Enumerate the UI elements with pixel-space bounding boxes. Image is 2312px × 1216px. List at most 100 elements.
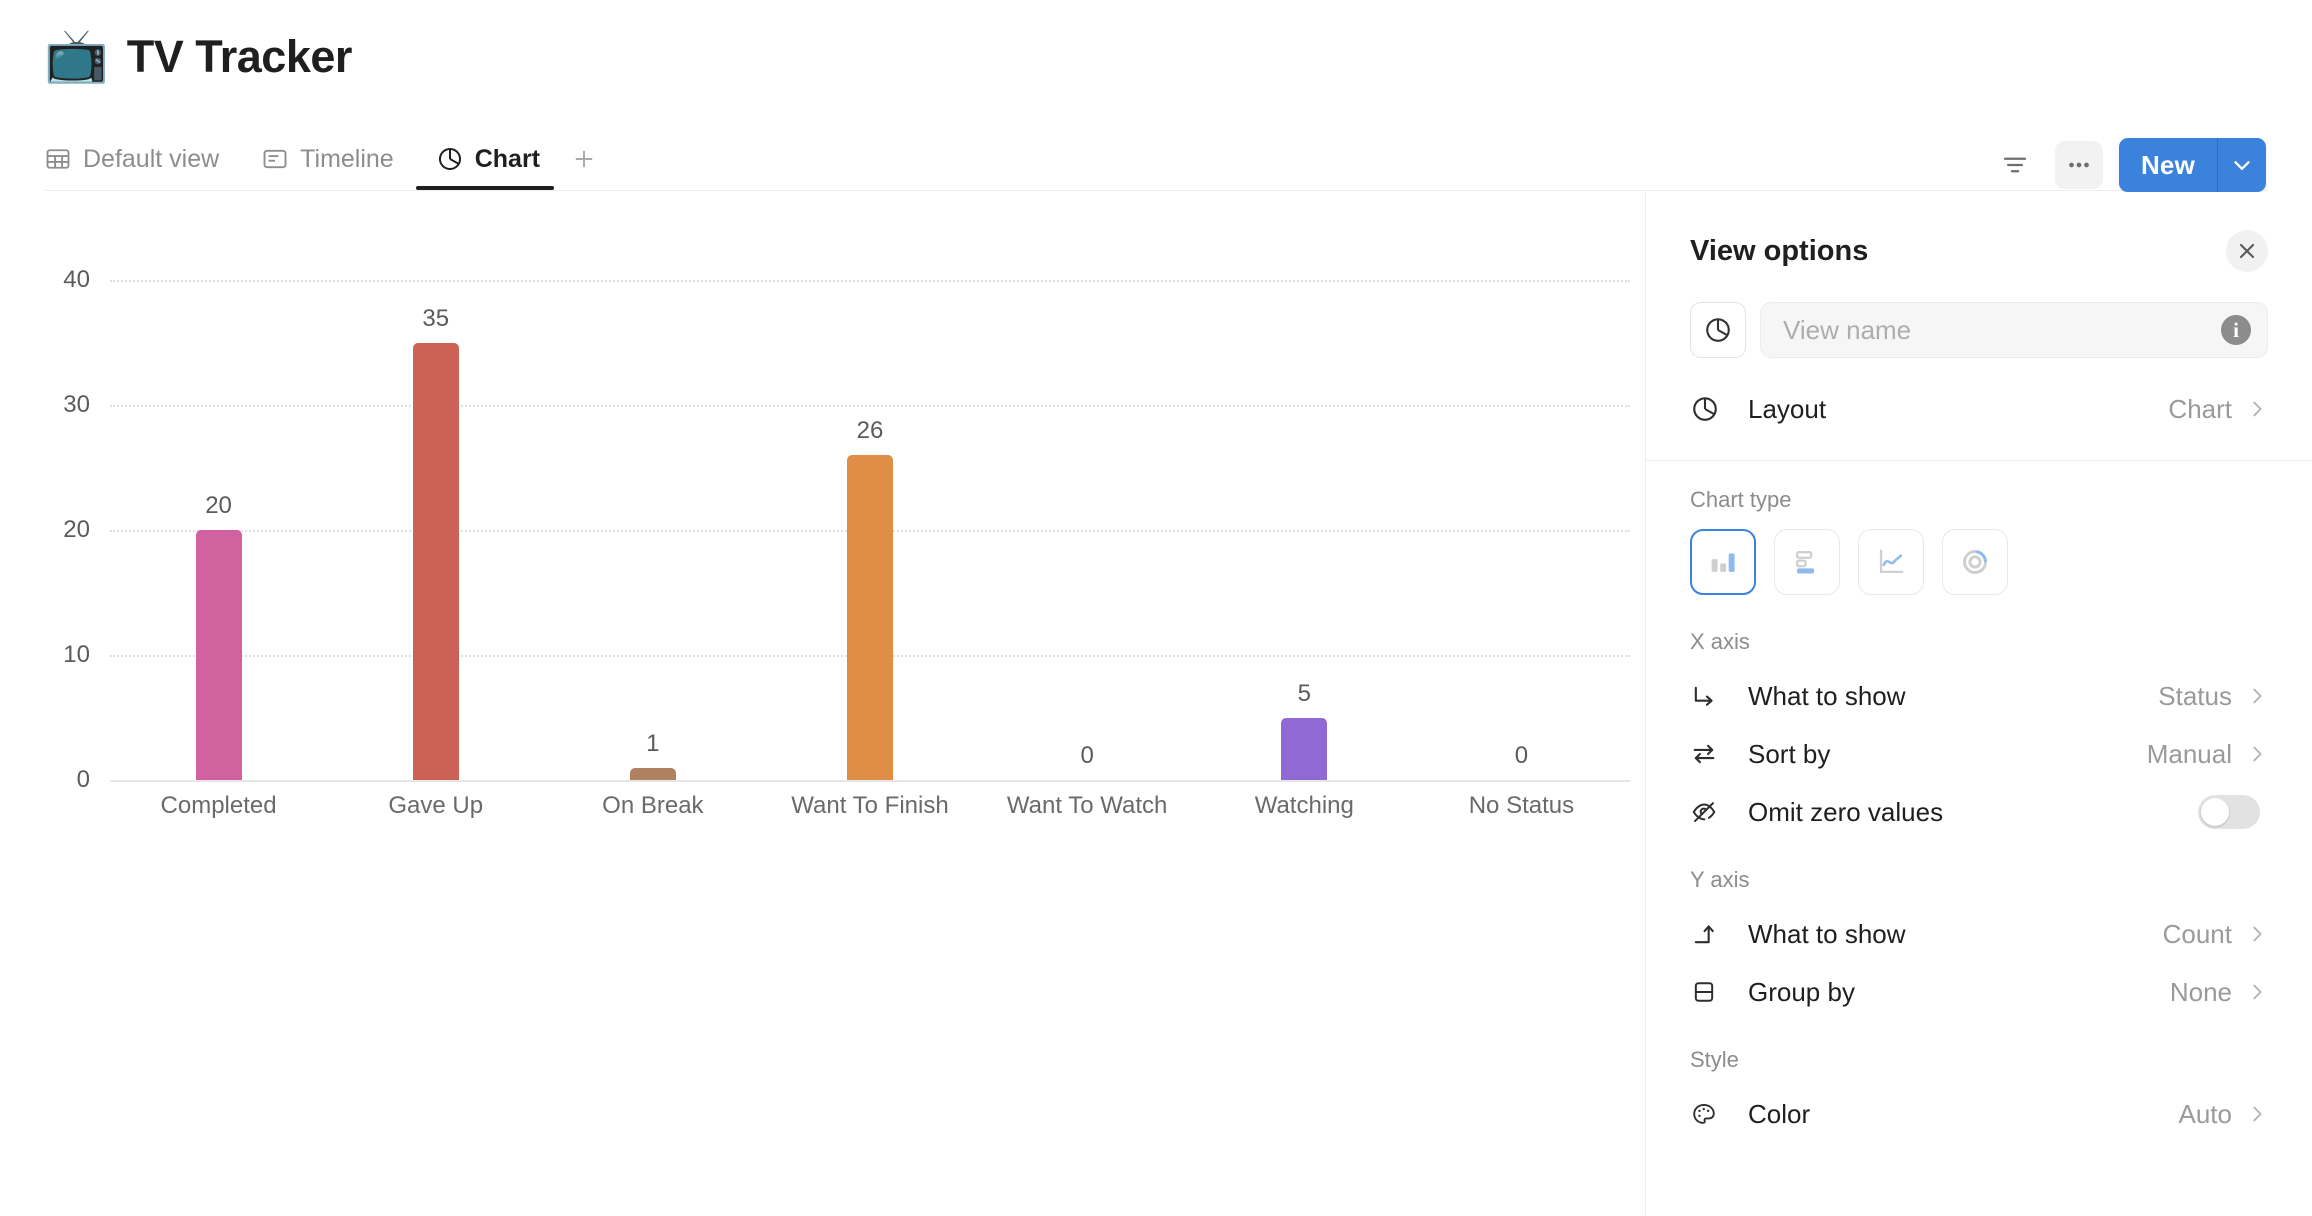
row-value: Auto	[2178, 1098, 2233, 1129]
chart-bar-column[interactable]: 1	[544, 280, 761, 780]
chart-y-tick-label: 10	[63, 641, 90, 668]
chart-bar[interactable]: 35	[412, 305, 459, 780]
close-panel-button[interactable]	[2226, 230, 2268, 272]
tab-timeline[interactable]: Timeline	[241, 128, 416, 190]
style-color-row[interactable]: Color Auto	[1646, 1085, 2312, 1143]
row-value: None	[2169, 976, 2232, 1007]
chart-type-section-label: Chart type	[1690, 487, 1792, 512]
palette-icon	[1690, 1100, 1730, 1128]
row-label: Color	[1748, 1098, 1811, 1129]
page-header: 📺 TV Tracker Default view Timeline Chart…	[0, 0, 2312, 192]
y-axis-group-by-row[interactable]: Group by None	[1646, 963, 2312, 1021]
row-label: What to show	[1748, 918, 1906, 949]
chart-type-column-button[interactable]	[1690, 529, 1756, 595]
x-axis-what-to-show-row[interactable]: What to show Status	[1646, 667, 2312, 725]
omit-zero-values-toggle[interactable]	[2198, 795, 2260, 829]
arrow-turn-up-icon	[1690, 920, 1730, 948]
row-value: Count	[2162, 918, 2232, 949]
new-button-group: New	[2118, 138, 2266, 192]
filter-icon	[2003, 157, 2027, 173]
column-chart-icon	[1711, 553, 1735, 572]
chart-type-donut-button[interactable]	[1942, 529, 2008, 595]
chart-bar-column[interactable]: 0	[979, 280, 1196, 780]
chart-type-line-button[interactable]	[1858, 529, 1924, 595]
arrow-turn-down-right-icon	[1690, 682, 1730, 710]
view-name-input[interactable]	[1783, 314, 2221, 346]
row-label: Omit zero values	[1748, 796, 1944, 827]
bar-chart-icon	[1795, 550, 1815, 574]
add-view-button[interactable]	[562, 128, 606, 190]
tab-default-view[interactable]: Default view	[44, 128, 241, 190]
layout-value: Chart	[2168, 393, 2232, 424]
filter-button[interactable]	[1991, 141, 2039, 189]
chart-bar[interactable]: 1	[629, 730, 676, 780]
layout-label: Layout	[1748, 393, 1827, 424]
row-value: Status	[2158, 680, 2232, 711]
more-options-button[interactable]	[2054, 141, 2103, 189]
view-name-field[interactable]: i	[1760, 302, 2268, 358]
view-options-panel: View options i	[1645, 192, 2312, 1216]
timeline-icon	[261, 145, 289, 173]
television-icon: 📺	[44, 27, 109, 85]
y-axis-what-to-show-row[interactable]: What to show Count	[1646, 905, 2312, 963]
chart-area: 0 10 20 30 40 20 35 1 26 0 5 0 Completed Gave Up On B…	[0, 192, 1645, 1216]
panel-title: View options	[1690, 234, 1869, 267]
chart-bar-column[interactable]: 26	[761, 280, 978, 780]
chart-bar-column[interactable]: 5	[1196, 280, 1413, 780]
chart-bar-value-label: 26	[856, 417, 884, 444]
chevron-right-icon	[2246, 923, 2268, 945]
chart-bar-column[interactable]: 35	[327, 280, 544, 780]
chevron-right-icon	[2246, 1103, 2268, 1125]
chart-bar[interactable]: 5	[1281, 680, 1328, 780]
new-dropdown-button[interactable]	[2218, 138, 2266, 192]
app-root: 📺 TV Tracker Default view Timeline Chart…	[0, 0, 2312, 1216]
title-row: 📺 TV Tracker	[44, 30, 352, 82]
toolbar: New	[1991, 138, 2266, 192]
x-axis-sort-by-row[interactable]: Sort by Manual	[1646, 725, 2312, 783]
chart-bar-column[interactable]: 0	[1413, 280, 1630, 780]
tab-label: Timeline	[300, 144, 394, 173]
chart-x-tick-label: Want To Finish	[791, 792, 949, 819]
close-icon	[2239, 243, 2255, 259]
x-axis-section-label: X axis	[1690, 629, 1750, 654]
chevron-right-icon	[2246, 685, 2268, 707]
chart-type-options	[1646, 525, 2312, 603]
chart-bar-value-label: 5	[1297, 679, 1311, 707]
chart-bar-value-label: 20	[205, 492, 232, 519]
chart-x-tick-label: Completed	[160, 792, 277, 819]
plus-icon	[575, 150, 593, 168]
group-rows-icon	[1690, 978, 1730, 1006]
chart-bar-value-label: 1	[646, 729, 660, 757]
tab-chart[interactable]: Chart	[415, 128, 562, 190]
chart-x-tick-label: On Break	[602, 792, 704, 819]
donut-chart-icon	[1963, 550, 1987, 574]
chart-x-tick-label: Want To Watch	[1006, 792, 1168, 819]
layout-row[interactable]: Layout Chart	[1646, 380, 2312, 438]
chart-bar[interactable]: 20	[195, 492, 242, 780]
chart-bar[interactable]: 26	[846, 417, 893, 780]
header-divider	[44, 190, 2268, 191]
row-label: Sort by	[1748, 738, 1831, 769]
panel-header: View options	[1646, 192, 2312, 272]
row-label: Group by	[1748, 976, 1855, 1007]
chart-plot: 0 10 20 30 40 20 35 1 26 0 5 0	[63, 266, 1630, 793]
chart-pie-icon	[1706, 318, 1730, 342]
chart-bars: 20 35 1 26 0 5 0	[110, 280, 1630, 780]
info-icon[interactable]: i	[2221, 315, 2251, 345]
chart-y-tick-label: 20	[63, 516, 90, 543]
chevron-down-icon	[2234, 161, 2250, 170]
chart-bar-column[interactable]: 20	[110, 280, 327, 780]
sort-swap-icon	[1690, 740, 1730, 768]
toggle-knob	[2201, 798, 2229, 826]
chart-axis-line	[110, 780, 1630, 782]
row-label: What to show	[1748, 680, 1906, 711]
chevron-right-icon	[2246, 981, 2268, 1003]
new-button[interactable]: New	[2119, 138, 2217, 192]
view-icon-button[interactable]	[1690, 302, 1746, 358]
chart-pie-icon	[436, 145, 464, 173]
x-axis-omit-zero-row[interactable]: Omit zero values	[1646, 783, 2312, 841]
chart-bar-value-label: 0	[1080, 742, 1094, 769]
view-name-row: i	[1646, 272, 2312, 358]
chart-type-bar-button[interactable]	[1774, 529, 1840, 595]
chart-y-tick-label: 30	[63, 391, 90, 418]
